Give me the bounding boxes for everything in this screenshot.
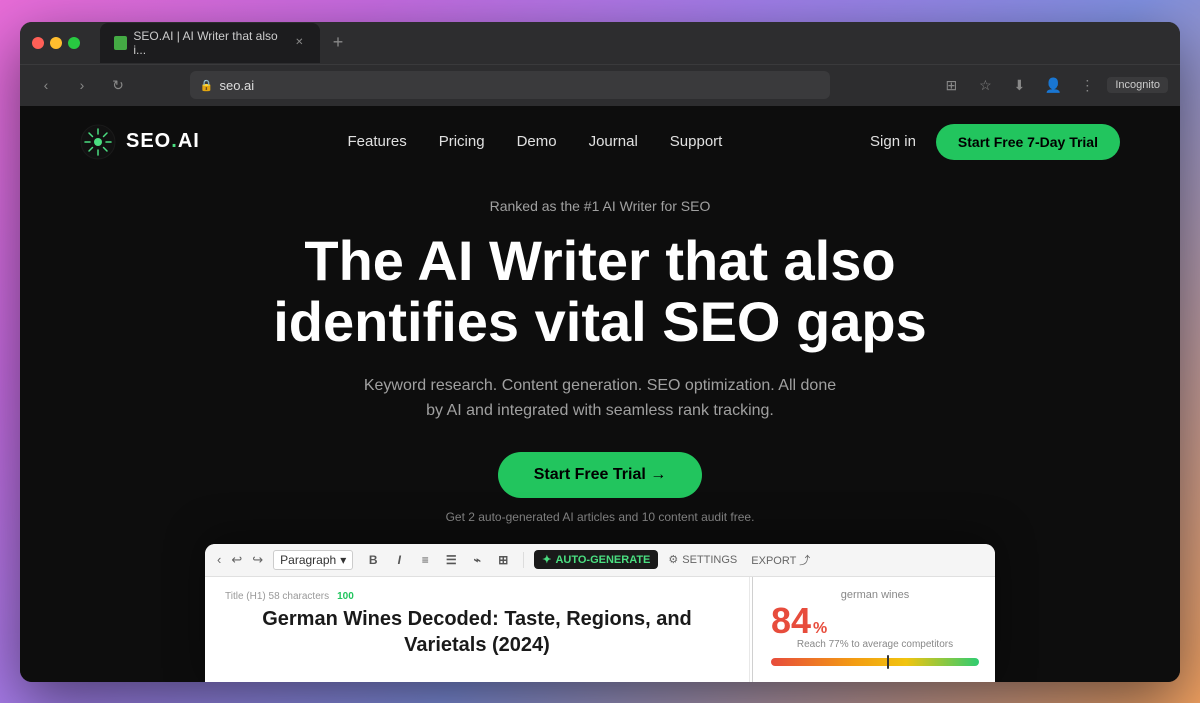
table-button[interactable]: ⊞ (493, 550, 513, 570)
editor-main[interactable]: Title (H1) 58 characters 100 German Wine… (205, 577, 750, 682)
nav-links: Features Pricing Demo Journal Support (348, 133, 723, 151)
tab-favicon (114, 36, 127, 50)
settings-button[interactable]: ⚙ SETTINGS (668, 553, 737, 566)
back-button[interactable]: ‹ (32, 71, 60, 99)
title-meta: Title (H1) 58 characters 100 (225, 591, 729, 602)
settings-dots-icon[interactable]: ⋮ (1073, 71, 1101, 99)
maximize-button[interactable] (68, 37, 80, 49)
export-label: EXPORT (751, 555, 796, 567)
active-tab[interactable]: SEO.AI | AI Writer that also i... ✕ (100, 23, 320, 63)
url-display: seo.ai (219, 78, 254, 93)
toolbar-separator (523, 552, 524, 568)
seo-bar-marker (887, 655, 889, 669)
format-buttons: B I ≡ ☰ ⌁ ⊞ (363, 550, 513, 570)
tab-close-icon[interactable]: ✕ (293, 36, 306, 50)
browser-toolbar: ‹ › ↻ 🔒 seo.ai ⊞ ☆ ⬇ 👤 ⋮ Incognito (20, 64, 1180, 106)
seo-score-note: Reach 77% to average competitors (771, 639, 979, 650)
gear-icon: ⚙ (668, 553, 678, 566)
hero-subtitle: Ranked as the #1 AI Writer for SEO (490, 198, 711, 214)
tab-bar: SEO.AI | AI Writer that also i... ✕ + (100, 23, 1168, 63)
bookmark-icon[interactable]: ☆ (971, 71, 999, 99)
title-meta-text: Title (H1) 58 characters (225, 591, 329, 602)
seo-score-unit: % (813, 620, 827, 638)
seo-score: 84 (771, 603, 811, 639)
hero-description: Keyword research. Content generation. SE… (360, 373, 840, 424)
close-button[interactable] (32, 37, 44, 49)
hero-title: The AI Writer that also identifies vital… (273, 230, 927, 353)
editor-redo-icon[interactable]: ↪ (252, 552, 263, 568)
address-bar[interactable]: 🔒 seo.ai (190, 71, 830, 99)
editor-panel-divider (752, 577, 753, 682)
forward-button[interactable]: › (68, 71, 96, 99)
nav-support[interactable]: Support (670, 133, 723, 150)
nav-journal[interactable]: Journal (589, 133, 638, 150)
style-selector[interactable]: Paragraph ▾ (273, 550, 353, 570)
settings-label: SETTINGS (682, 554, 737, 566)
seo-metric-label-title: TITLE (771, 681, 798, 682)
number-list-button[interactable]: ≡ (415, 550, 435, 570)
char-count: 100 (337, 591, 354, 602)
new-tab-button[interactable]: + (324, 29, 352, 57)
tab-title: SEO.AI | AI Writer that also i... (133, 29, 286, 57)
traffic-lights (32, 37, 80, 49)
bullet-list-button[interactable]: ☰ (441, 550, 461, 570)
nav-right: Sign in Start Free 7-Day Trial (870, 124, 1120, 160)
nav-pricing[interactable]: Pricing (439, 133, 485, 150)
article-title: German Wines Decoded: Taste, Regions, an… (225, 606, 729, 658)
hero-cta-note: Get 2 auto-generated AI articles and 10 … (446, 510, 755, 524)
bold-button[interactable]: B (363, 550, 383, 570)
auto-generate-button[interactable]: ✦ AUTO-GENERATE (534, 550, 658, 569)
hero-cta-button[interactable]: Start Free Trial → (498, 452, 703, 498)
chevron-down-icon: ▾ (340, 553, 346, 567)
export-icon: ⤴ (799, 555, 810, 567)
logo-icon (80, 124, 116, 160)
logo-text: SEO.AI (126, 130, 200, 153)
link-button[interactable]: ⌁ (467, 550, 487, 570)
lock-icon: 🔒 (200, 79, 214, 92)
seo-metric-title: TITLE Optimised (771, 678, 979, 682)
editor-undo-icon[interactable]: ↩ (231, 552, 242, 568)
main-nav: SEO.AI Features Pricing Demo Journal Sup… (20, 106, 1180, 178)
browser-window: SEO.AI | AI Writer that also i... ✕ + ‹ … (20, 22, 1180, 682)
minimize-button[interactable] (50, 37, 62, 49)
seo-metric-status-title: Optimised (935, 681, 979, 682)
nav-cta-button[interactable]: Start Free 7-Day Trial (936, 124, 1120, 160)
editor-toolbar: ‹ ↩ ↪ Paragraph ▾ B I ≡ ☰ ⌁ ⊞ (205, 544, 995, 577)
incognito-badge: Incognito (1107, 77, 1168, 93)
editor-preview: ‹ ↩ ↪ Paragraph ▾ B I ≡ ☰ ⌁ ⊞ (205, 544, 995, 682)
hero-section: Ranked as the #1 AI Writer for SEO The A… (20, 178, 1180, 682)
editor-back-icon: ‹ (217, 552, 221, 567)
seo-metrics: TITLE Optimised CONTENT LENGTH Optimised… (771, 678, 979, 682)
profile-icon[interactable]: 👤 (1039, 71, 1067, 99)
refresh-button[interactable]: ↻ (104, 71, 132, 99)
editor-body: Title (H1) 58 characters 100 German Wine… (205, 577, 995, 682)
export-button[interactable]: EXPORT ⤴ (751, 552, 810, 568)
seo-score-bar (771, 658, 979, 666)
download-icon[interactable]: ⬇ (1005, 71, 1033, 99)
browser-titlebar: SEO.AI | AI Writer that also i... ✕ + (20, 22, 1180, 64)
nav-demo[interactable]: Demo (517, 133, 557, 150)
auto-generate-label: AUTO-GENERATE (555, 554, 650, 566)
nav-features[interactable]: Features (348, 133, 407, 150)
signin-link[interactable]: Sign in (870, 133, 916, 150)
toolbar-right: ⊞ ☆ ⬇ 👤 ⋮ Incognito (937, 71, 1168, 99)
seo-panel: german wines 84 % Reach 77% to average c… (755, 577, 995, 682)
website-content: SEO.AI Features Pricing Demo Journal Sup… (20, 106, 1180, 682)
logo[interactable]: SEO.AI (80, 124, 200, 160)
sparkle-icon: ✦ (542, 553, 551, 566)
extensions-icon[interactable]: ⊞ (937, 71, 965, 99)
italic-button[interactable]: I (389, 550, 409, 570)
hero-title-line2: identifies vital SEO gaps (273, 290, 927, 353)
style-selector-label: Paragraph (280, 553, 336, 567)
hero-title-line1: The AI Writer that also (304, 229, 895, 292)
